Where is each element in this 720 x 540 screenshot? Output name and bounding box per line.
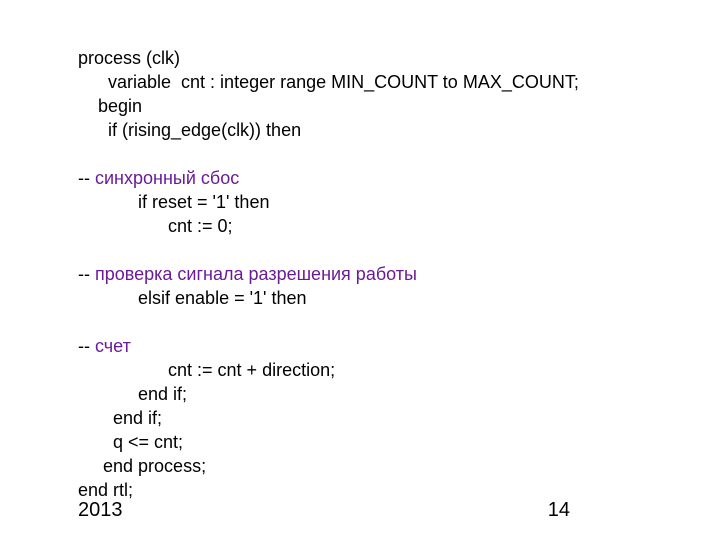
code-line: variable cnt : integer range MIN_COUNT t… xyxy=(78,72,579,92)
code-line: elsif enable = '1' then xyxy=(78,288,307,308)
code-line: process (clk) xyxy=(78,48,180,68)
code-line: end if; xyxy=(78,384,187,404)
code-line: q <= cnt; xyxy=(78,432,183,452)
code-line: begin xyxy=(78,96,142,116)
comment-text: синхронный сбос xyxy=(95,168,239,188)
footer-year: 2013 xyxy=(78,499,123,522)
comment-dashes: -- xyxy=(78,336,95,356)
code-block: process (clk) variable cnt : integer ran… xyxy=(78,22,680,502)
comment-text: счет xyxy=(95,336,131,356)
comment-text: проверка сигнала разрешения работы xyxy=(95,264,417,284)
footer-page-number: 14 xyxy=(548,499,570,522)
slide: process (clk) variable cnt : integer ran… xyxy=(0,0,720,540)
code-line: if (rising_edge(clk)) then xyxy=(78,120,301,140)
comment-dashes: -- xyxy=(78,168,95,188)
code-line: end if; xyxy=(78,408,162,428)
code-line: cnt := 0; xyxy=(78,216,233,236)
code-line: cnt := cnt + direction; xyxy=(78,360,335,380)
code-line: if reset = '1' then xyxy=(78,192,269,212)
code-line: end rtl; xyxy=(78,480,133,500)
comment-dashes: -- xyxy=(78,264,95,284)
code-line: end process; xyxy=(78,456,206,476)
